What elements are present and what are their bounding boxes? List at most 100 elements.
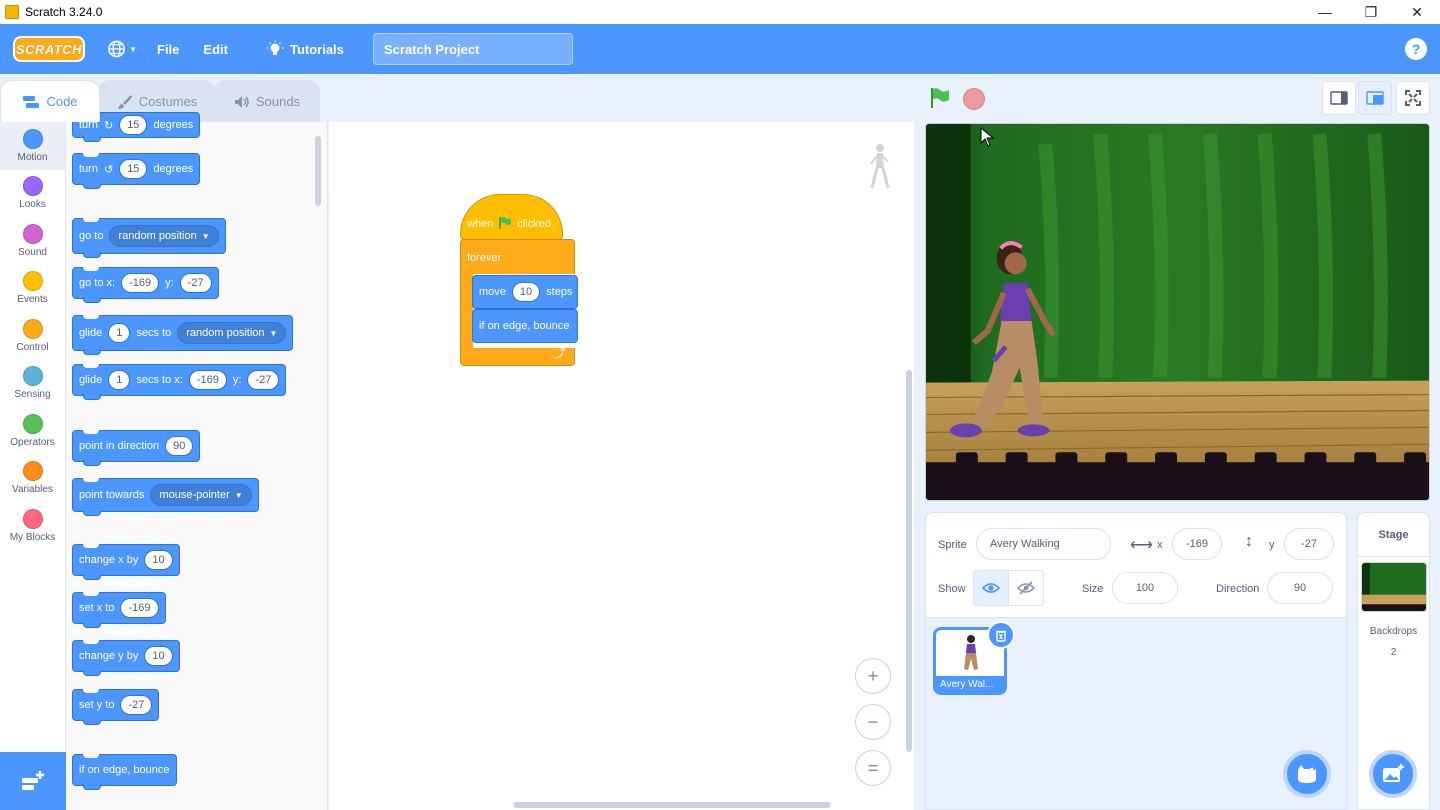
maximize-button[interactable]: ❐ — [1348, 0, 1394, 24]
y-label: y — [1269, 539, 1275, 551]
script-vertical-scrollbar[interactable] — [906, 370, 912, 752]
move-steps-block[interactable]: move 10 steps — [472, 275, 578, 309]
zoom-in-button[interactable]: + — [855, 658, 891, 694]
tab-sounds[interactable]: Sounds — [214, 80, 320, 122]
zoom-reset-button[interactable]: = — [855, 750, 891, 786]
category-control[interactable]: Control — [0, 312, 65, 360]
glide-to-xy-block[interactable]: glide 1 secs to x: -169 y: -27 — [72, 364, 287, 400]
category-variables[interactable]: Variables — [0, 455, 65, 503]
language-menu[interactable]: ▼ — [107, 24, 137, 74]
block-dropdown[interactable]: random position ▼ — [109, 225, 219, 247]
zoom-out-icon: − — [867, 711, 879, 732]
block-number-input[interactable]: 15 — [119, 159, 148, 179]
stop-button[interactable] — [963, 88, 985, 110]
caret-down-icon: ▼ — [269, 328, 278, 338]
small-stage-button[interactable] — [1322, 81, 1356, 115]
file-menu[interactable]: File — [157, 24, 179, 74]
point-towards-block[interactable]: point towards mouse-pointer ▼ — [72, 478, 259, 516]
tab-code[interactable]: Code — [0, 80, 100, 122]
block-text: point towards — [79, 489, 145, 501]
go-to-xy-block[interactable]: go to x: -169 y: -27 — [72, 267, 219, 303]
tutorials-button[interactable]: Tutorials — [266, 24, 344, 74]
glide-to-block[interactable]: glide 1 secs to random position ▼ — [72, 315, 294, 355]
tutorials-label: Tutorials — [289, 41, 344, 57]
block-number-input[interactable]: 90 — [165, 436, 194, 456]
category-motion[interactable]: Motion — [0, 122, 65, 170]
backdrop-add-icon — [1383, 764, 1404, 782]
turn-left-block[interactable]: turn ↺ 15 degrees — [72, 153, 201, 189]
category-looks[interactable]: Looks — [0, 170, 65, 218]
zoom-out-button[interactable]: − — [855, 704, 891, 740]
block-number-input[interactable]: -27 — [247, 370, 280, 390]
block-text: go to x: — [79, 277, 116, 289]
block-number-input[interactable]: -27 — [120, 695, 153, 715]
if-on-edge-bounce-script-block[interactable]: if on edge, bounce — [472, 309, 578, 343]
small-stage-icon — [1330, 91, 1348, 105]
palette-scrollbar[interactable] — [315, 136, 321, 206]
sprite-info-panel: Sprite Avery Walking ⟷ x -169 ↕ y -27 Sh… — [925, 512, 1347, 618]
add-extension-button[interactable] — [0, 752, 66, 810]
category-events[interactable]: Events — [0, 265, 65, 313]
block-number-input[interactable]: 10 — [144, 646, 173, 666]
if-on-edge-bounce-block[interactable]: if on edge, bounce — [72, 754, 177, 790]
project-title-input[interactable]: Scratch Project — [373, 33, 573, 65]
tab-code-label: Code — [46, 94, 78, 109]
green-flag-button[interactable] — [929, 87, 951, 109]
delete-sprite-button[interactable] — [987, 621, 1015, 649]
block-number-input[interactable]: -169 — [188, 370, 227, 390]
rotate-left-icon: ↺ — [103, 163, 114, 176]
block-number-input[interactable]: -169 — [121, 273, 160, 293]
set-x-block[interactable]: set x to -169 — [72, 592, 166, 628]
change-y-block[interactable]: change y by 10 — [72, 640, 180, 676]
block-number-input[interactable]: 1 — [108, 370, 131, 390]
block-dropdown[interactable]: random position ▼ — [177, 322, 287, 344]
y-position-input[interactable]: -27 — [1284, 528, 1334, 560]
change-x-block[interactable]: change x by 10 — [72, 544, 180, 580]
script-horizontal-scrollbar[interactable] — [513, 802, 831, 808]
help-icon[interactable]: ? — [1405, 38, 1427, 60]
category-sensing[interactable]: Sensing — [0, 360, 65, 408]
size-input[interactable]: 100 — [1112, 572, 1178, 604]
minimize-button[interactable]: — — [1302, 0, 1348, 24]
point-in-direction-block[interactable]: point in direction 90 — [72, 430, 201, 466]
script-area[interactable] — [329, 122, 914, 810]
hide-sprite-button[interactable] — [1008, 570, 1044, 606]
block-number-input[interactable]: 10 — [144, 550, 173, 570]
edit-menu[interactable]: Edit — [203, 24, 228, 74]
set-y-block[interactable]: set y to -27 — [72, 689, 160, 725]
green-flag-icon — [499, 216, 512, 229]
x-position-input[interactable]: -169 — [1172, 528, 1222, 560]
category-label: Sensing — [14, 389, 51, 401]
sprite-name-input[interactable]: Avery Walking — [976, 528, 1111, 560]
tab-sounds-label: Sounds — [255, 94, 301, 109]
choose-backdrop-button[interactable] — [1369, 750, 1417, 798]
eye-slash-icon — [1017, 581, 1035, 595]
category-label: Events — [17, 294, 48, 306]
block-number-input[interactable]: 10 — [511, 282, 541, 302]
large-stage-button[interactable] — [1358, 81, 1392, 115]
go-to-block[interactable]: go to random position ▼ — [72, 218, 226, 258]
caret-down-icon: ▼ — [234, 490, 243, 500]
direction-input[interactable]: 90 — [1267, 572, 1333, 604]
stage-canvas[interactable] — [925, 123, 1430, 501]
block-text: when — [467, 218, 494, 230]
block-number-input[interactable]: 1 — [108, 323, 131, 343]
block-dropdown[interactable]: mouse-pointer ▼ — [150, 484, 252, 506]
dropdown-value: random position — [118, 230, 197, 242]
block-number-input[interactable]: 15 — [119, 115, 148, 135]
scratch-logo[interactable]: SCRATCH — [13, 36, 85, 62]
category-operators[interactable]: Operators — [0, 407, 65, 455]
close-button[interactable]: ✕ — [1394, 0, 1440, 24]
fullscreen-icon — [1405, 90, 1421, 106]
motion-color-dot — [22, 128, 43, 149]
choose-sprite-button[interactable] — [1283, 750, 1331, 798]
tab-costumes-label: Costumes — [138, 94, 198, 109]
block-number-input[interactable]: -169 — [120, 598, 159, 618]
category-my-blocks[interactable]: My Blocks — [0, 502, 65, 550]
block-number-input[interactable]: -27 — [179, 273, 212, 293]
category-label: My Blocks — [9, 531, 56, 543]
fullscreen-button[interactable] — [1396, 81, 1430, 115]
show-sprite-button[interactable] — [973, 570, 1009, 606]
variables-color-dot — [22, 461, 43, 482]
category-sound[interactable]: Sound — [0, 217, 65, 265]
